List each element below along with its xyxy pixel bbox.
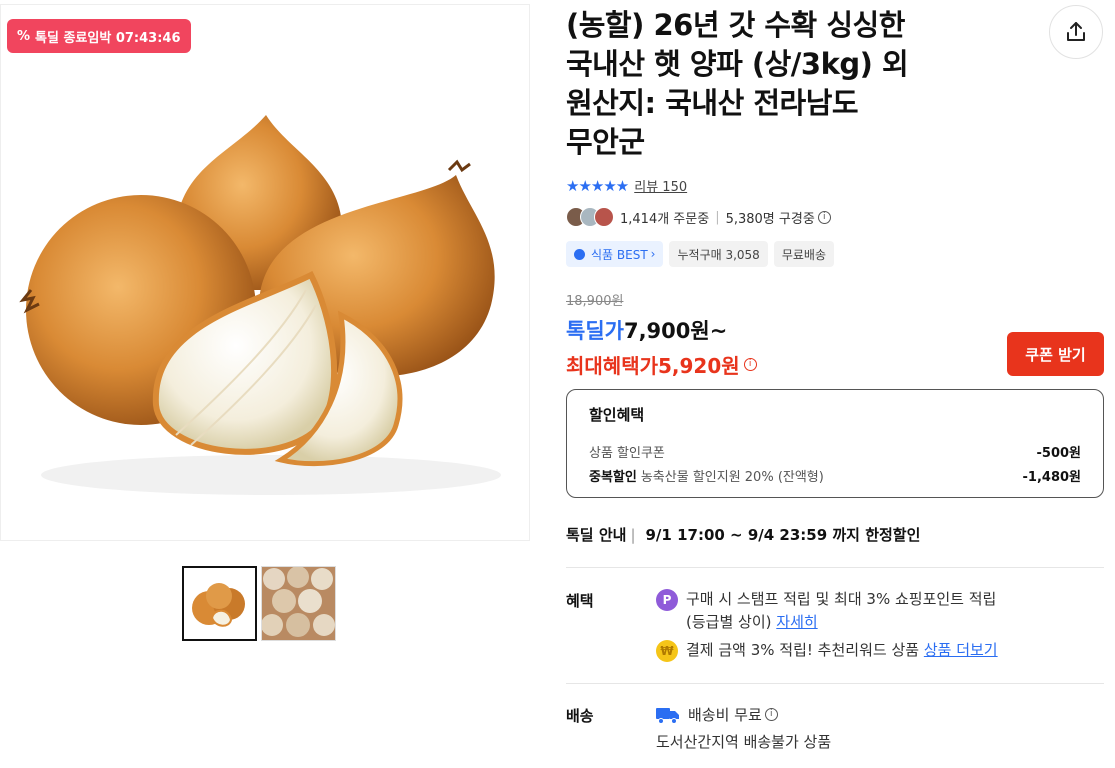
discount-value: -1,480원	[1022, 469, 1081, 485]
tag-free-shipping: 무료배송	[773, 241, 834, 267]
separator: |	[630, 525, 636, 544]
deal-guide-text: 9/1 17:00 ~ 9/4 23:59 까지 한정할인	[645, 526, 921, 544]
max-price-value: 5,920원	[658, 354, 740, 378]
title-line: 국내산 햇 양파 (상/3kg) 외	[566, 47, 909, 81]
discount-row: 중복할인 농축산물 할인지원 20% (잔액형) -1,480원	[589, 463, 1081, 487]
deal-timer-badge: % 톡딜 종료임박 07:43:46	[7, 19, 191, 53]
max-price-label: 최대혜택가	[566, 354, 658, 378]
title-line: 무안군	[566, 125, 645, 159]
share-icon	[1067, 22, 1085, 41]
orders-count: 1,414개 주문중	[620, 211, 710, 227]
discount-label: 상품 할인쿠폰	[589, 445, 665, 461]
viewers-count: 5,380명 구경중	[725, 211, 815, 227]
shipping-fee: 배송비 무료 i	[656, 704, 778, 725]
divider	[566, 567, 1104, 568]
star-rating: ★★★★★	[566, 176, 629, 195]
details-link[interactable]: 자세히	[776, 613, 817, 631]
shipping-fee-text: 배송비 무료	[688, 706, 762, 724]
benefits-label: 혜택	[566, 592, 594, 610]
truck-icon	[656, 707, 679, 724]
buyer-avatars	[566, 207, 614, 227]
discount-strong-label: 중복할인	[589, 469, 637, 485]
thumbnail-1[interactable]	[182, 566, 257, 641]
point-icon: P	[656, 589, 678, 611]
share-button[interactable]	[1049, 5, 1103, 59]
avatar	[594, 207, 614, 227]
title-line: 원산지: 국내산 전라남도	[566, 86, 859, 120]
deal-price: 톡딜가7,900원~	[566, 315, 727, 345]
tag-list: 식품 BEST › 누적구매 3,058 무료배송	[566, 241, 834, 267]
rating-row: ★★★★★ 리뷰 150	[566, 176, 687, 196]
benefit-text: 결제 금액 3% 적립! 추천리워드 상품	[686, 641, 920, 659]
separator: |	[715, 209, 720, 225]
discount-row: 상품 할인쿠폰 -500원	[589, 439, 1081, 463]
deal-guide: 톡딜 안내 | 9/1 17:00 ~ 9/4 23:59 까지 한정할인	[566, 524, 920, 545]
title-line: (농할) 26년 갓 수확 싱싱한	[566, 8, 905, 42]
tag-label: 식품 BEST	[591, 247, 648, 262]
social-proof-row: 1,414개 주문중 | 5,380명 구경중 i	[566, 207, 831, 227]
info-icon[interactable]: i	[764, 708, 778, 721]
thumbnail-2[interactable]	[261, 566, 336, 641]
badge-icon	[574, 248, 585, 260]
product-title: (농할) 26년 갓 수확 싱싱한 국내산 햇 양파 (상/3kg) 외 원산지…	[566, 6, 966, 162]
tag-food-best[interactable]: 식품 BEST ›	[566, 241, 664, 267]
percent-icon: %	[17, 28, 31, 44]
chevron-right-icon: ›	[650, 247, 656, 261]
coupon-button[interactable]: 쿠폰 받기	[1007, 332, 1104, 376]
benefit-item-points: P 구매 시 스탬프 적립 및 최대 3% 쇼핑포인트 적립 (등급별 상이) …	[656, 588, 996, 634]
benefit-item-reward: ₩ 결제 금액 3% 적립! 추천리워드 상품 상품 더보기	[656, 639, 998, 662]
benefit-text: 구매 시 스탬프 적립 및 최대 3% 쇼핑포인트 적립	[686, 590, 997, 608]
discount-value: -500원	[1036, 445, 1082, 461]
discount-box: 할인혜택 상품 할인쿠폰 -500원 중복할인 농축산물 할인지원 20% (잔액…	[566, 389, 1104, 498]
original-price: 18,900원	[566, 294, 624, 309]
discount-header: 할인혜택	[589, 406, 645, 424]
deal-timer-label: 톡딜 종료임박 07:43:46	[35, 30, 181, 46]
max-benefit-price: 최대혜택가 5,920원 i	[566, 350, 757, 379]
thumbnail-list	[182, 566, 336, 641]
discount-label: 농축산물 할인지원 20% (잔액형)	[640, 469, 824, 485]
info-icon[interactable]: i	[817, 210, 831, 224]
shipping-note: 도서산간지역 배송불가 상품	[656, 733, 832, 751]
deal-price-value: 7,900원~	[623, 319, 728, 343]
review-link[interactable]: 리뷰 150	[634, 176, 687, 195]
coin-icon: ₩	[656, 640, 678, 662]
deal-guide-label: 톡딜 안내	[566, 526, 627, 544]
main-product-image[interactable]	[0, 4, 530, 541]
benefit-text: (등급별 상이)	[686, 613, 772, 631]
divider	[566, 683, 1104, 684]
shipping-label: 배송	[566, 707, 594, 725]
tag-cumulative-purchase: 누적구매 3,058	[669, 241, 768, 267]
more-products-link[interactable]: 상품 더보기	[924, 641, 998, 659]
info-icon[interactable]: i	[743, 358, 757, 371]
deal-price-label: 톡딜가	[566, 319, 624, 343]
